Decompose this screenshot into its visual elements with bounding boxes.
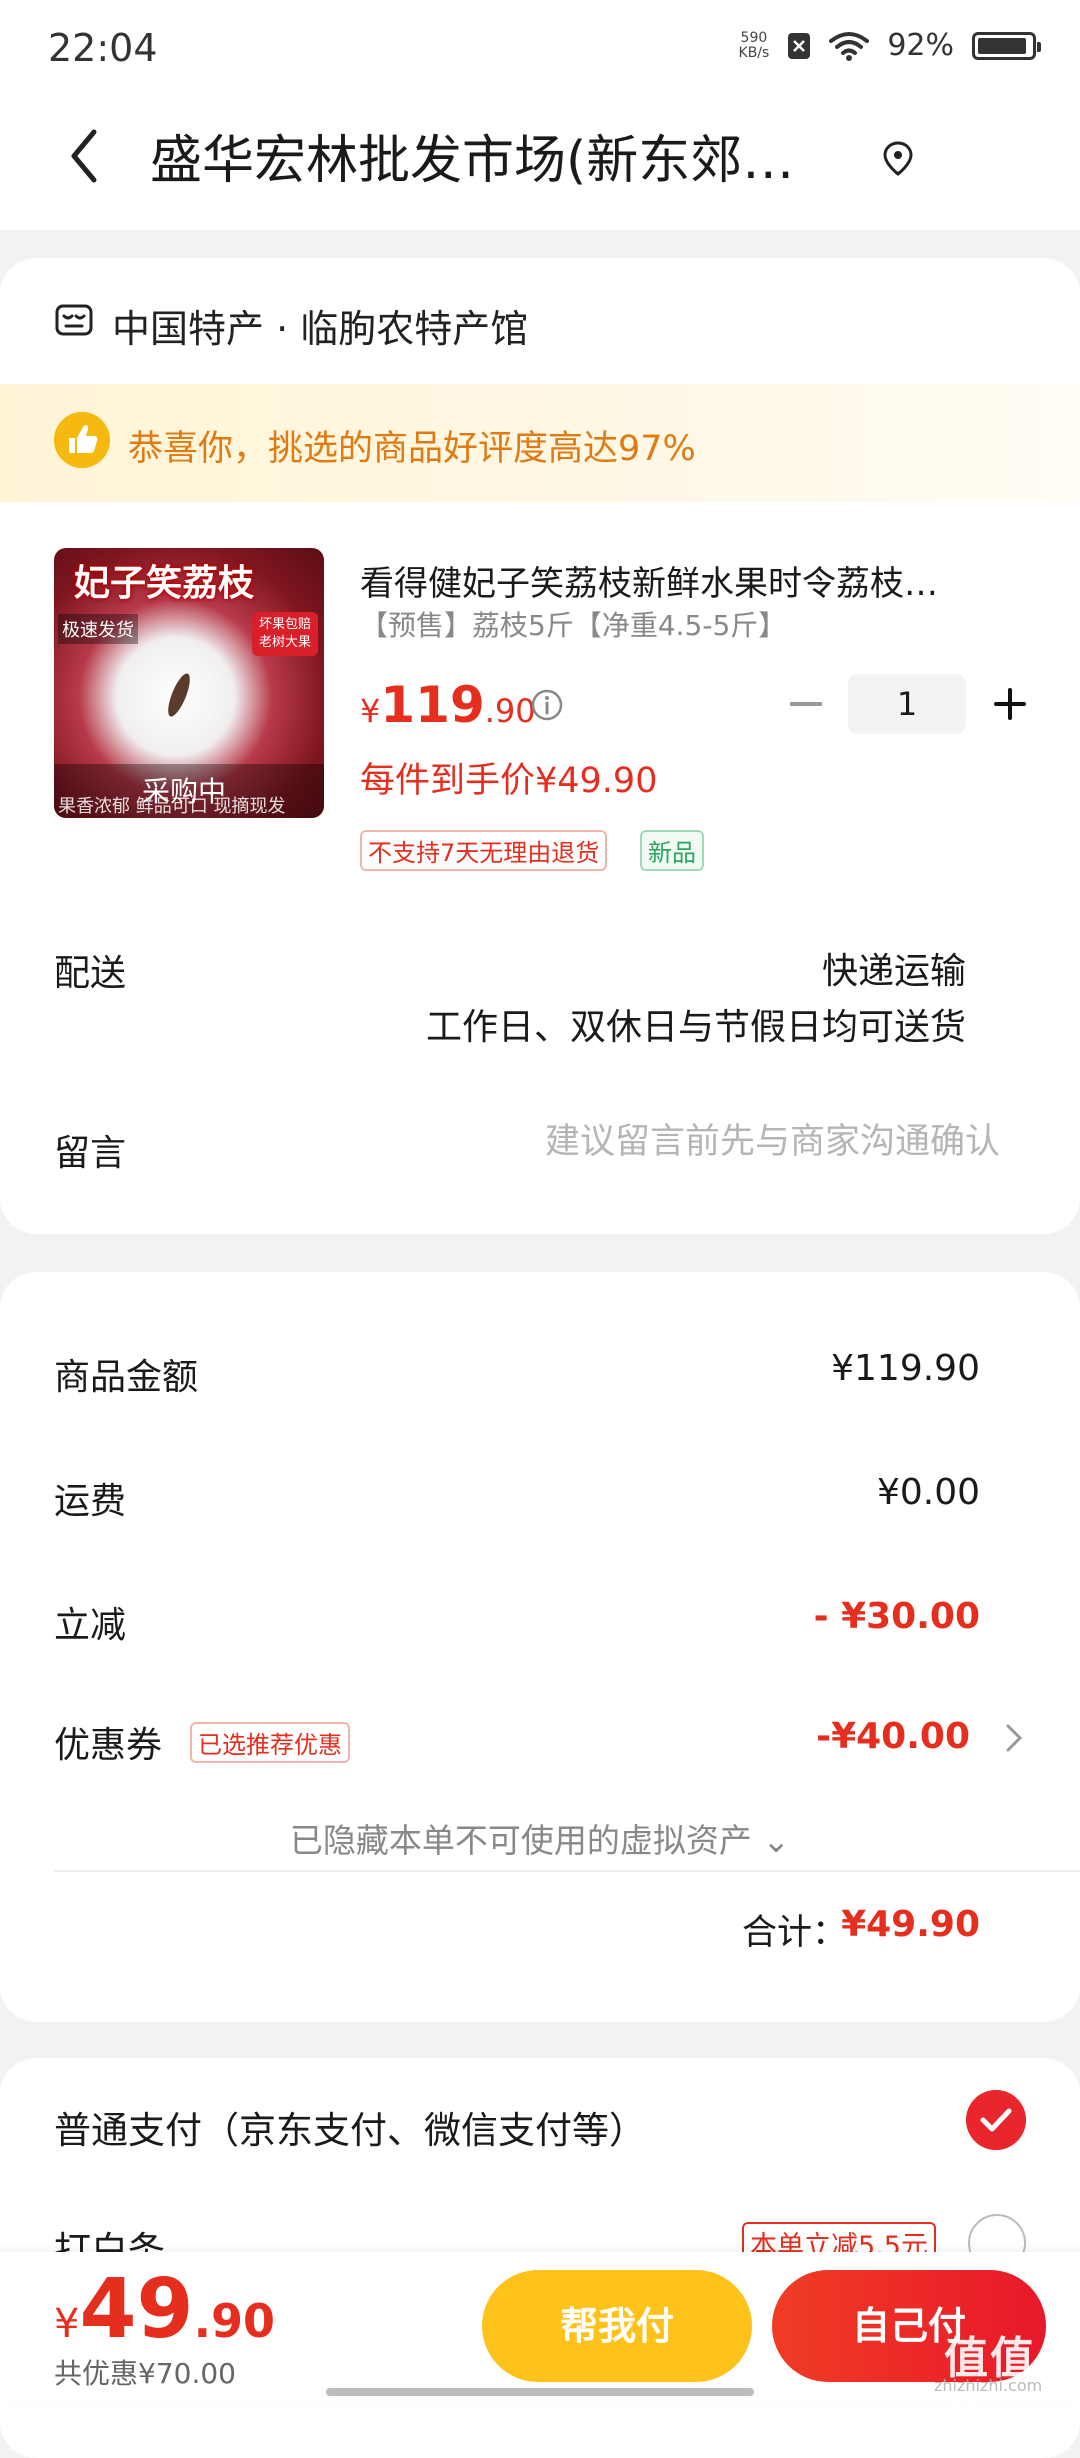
product-image-tag-fast: 极速发货	[58, 614, 138, 644]
checkmark-icon[interactable]	[966, 2090, 1026, 2150]
product-price: ¥119.90	[360, 676, 536, 734]
price-decimal: .90	[484, 692, 536, 730]
quantity-value[interactable]: 1	[848, 674, 966, 734]
rating-banner-text: 恭喜你，挑选的商品好评度高达97%	[128, 429, 696, 469]
info-icon[interactable]	[530, 688, 564, 722]
price-integer: 119	[380, 676, 485, 734]
bottom-price-decimal: .90	[193, 2294, 276, 2348]
normal-payment-option[interactable]: 普通支付（京东支付、微信支付等）	[54, 2100, 646, 2154]
wifi-icon	[829, 31, 870, 61]
lychee-seed	[163, 671, 195, 719]
total-value: ¥49.90	[841, 1904, 980, 1945]
thumbs-up-icon	[54, 412, 110, 468]
no-return-tag: 不支持7天无理由退货	[360, 830, 608, 871]
discount-value: - ¥30.00	[813, 1596, 980, 1637]
chevron-right-icon[interactable]	[1002, 1720, 1026, 1756]
divider	[54, 1870, 1080, 1872]
total-saved: 共优惠¥70.00	[54, 2357, 236, 2390]
net-speed: 590 KB/s	[738, 29, 770, 61]
notification-off-icon	[788, 32, 811, 59]
coupon-recommended-tag: 已选推荐优惠	[190, 1722, 350, 1763]
status-time: 22:04	[48, 26, 158, 70]
total-label: 合计：	[742, 1913, 848, 1953]
watermark-url: zhizhizhi.com	[934, 2376, 1043, 2395]
coupon-value[interactable]: -¥40.00	[816, 1716, 970, 1757]
page-title: 盛华宏林批发市场(新东郊…	[150, 131, 795, 191]
status-icons: 590 KB/s 92%	[738, 28, 1041, 63]
location-pin-icon[interactable]	[880, 140, 916, 176]
shipping-label: 运费	[54, 1481, 127, 1522]
bottom-total-price: ¥49.90	[54, 2262, 275, 2357]
price-currency: ¥	[360, 692, 381, 730]
net-speed-value: 590	[740, 29, 768, 46]
bottom-price-integer: 49	[79, 2262, 194, 2357]
help-me-pay-button[interactable]: 帮我付	[482, 2270, 752, 2382]
delivery-label: 配送	[54, 953, 127, 994]
product-image[interactable]: 妃子笑荔枝 极速发货 坏果包赔 老树大果 果香浓郁 鲜品可口 现摘现发 采购中	[54, 548, 324, 818]
back-chevron-icon[interactable]	[56, 126, 116, 186]
hidden-assets-toggle[interactable]: 已隐藏本单不可使用的虚拟资产 ⌄	[0, 1814, 1080, 1862]
net-speed-unit: KB/s	[738, 44, 770, 61]
goods-amount-value: ¥119.90	[831, 1348, 980, 1389]
new-product-tag: 新品	[640, 830, 704, 871]
per-item-final-price: 每件到手价¥49.90	[360, 761, 658, 801]
shop-name[interactable]: 中国特产 · 临朐农特产馆	[112, 298, 528, 353]
product-image-title: 妃子笑荔枝	[74, 563, 255, 604]
delivery-method[interactable]: 快递运输	[822, 942, 966, 994]
discount-label: 立减	[54, 1605, 127, 1646]
shipping-value: ¥0.00	[876, 1472, 980, 1513]
bottom-price-currency: ¥	[54, 2301, 80, 2347]
shop-icon	[55, 304, 93, 336]
battery-icon	[972, 31, 1041, 60]
home-indicator[interactable]	[326, 2388, 754, 2396]
battery-percent: 92%	[887, 28, 954, 63]
purchasing-overlay-text: 采购中	[142, 775, 227, 808]
quantity-decrease-button[interactable]	[790, 702, 822, 706]
message-label: 留言	[54, 1133, 127, 1174]
coupon-label[interactable]: 优惠券	[54, 1716, 162, 1768]
product-image-tag-guarantee: 坏果包赔 老树大果	[252, 612, 318, 656]
delivery-schedule[interactable]: 工作日、双休日与节假日均可送货	[426, 998, 966, 1050]
product-name[interactable]: 看得健妃子笑荔枝新鲜水果时令荔枝…	[360, 556, 1020, 605]
message-input[interactable]	[440, 1112, 1000, 1172]
quantity-increase-button[interactable]	[992, 686, 1028, 722]
goods-amount-label: 商品金额	[54, 1357, 199, 1398]
product-spec[interactable]: 【预售】荔枝5斤【净重4.5-5斤】	[360, 604, 786, 644]
